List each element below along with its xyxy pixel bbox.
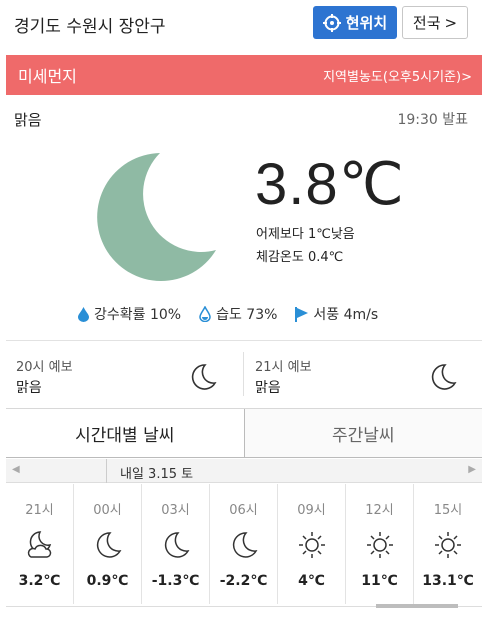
date-bar: ◀ 내일 3.15 토 ▶ — [6, 459, 482, 483]
current-temperature: 3.8℃ — [255, 152, 405, 217]
hour-temp: 11℃ — [361, 573, 398, 589]
divider — [106, 459, 107, 483]
chevron-right-icon: > — [444, 13, 458, 32]
divider — [243, 352, 244, 396]
raindrop-icon — [78, 306, 89, 322]
sun-icon — [298, 532, 325, 558]
forecast-21: 21시 예보 맑음 — [255, 356, 312, 397]
hour-temp: -2.2℃ — [219, 573, 268, 589]
moon-icon — [431, 364, 457, 390]
hour-temp: 4℃ — [298, 573, 325, 589]
hourly-item: 09시 4℃ — [278, 484, 346, 604]
wind-stat: 서풍 4m/s — [295, 304, 378, 324]
feels-like: 체감온도 0.4℃ — [256, 250, 344, 265]
hourly-item: 21시 3.2℃ — [6, 484, 74, 604]
horizontal-scrollbar[interactable] — [376, 604, 458, 608]
nationwide-label: 전국 — [412, 14, 441, 32]
humidity-stat: 습도 73% — [199, 304, 277, 324]
hour-time: 15시 — [433, 503, 463, 518]
hour-temp: -1.3℃ — [151, 573, 200, 589]
moon-icon — [232, 532, 257, 558]
sun-icon — [435, 532, 461, 558]
moon-cloud-icon — [27, 531, 51, 558]
weather-tabs: 시간대별 날씨 주간날씨 — [6, 408, 482, 458]
moon-icon — [96, 532, 121, 558]
hourly-item: 03시 -1.3℃ — [142, 484, 210, 604]
current-location-button[interactable]: 현위치 — [313, 6, 397, 39]
moon-icon — [191, 364, 217, 390]
hour-temp: 3.2℃ — [18, 573, 61, 589]
hourly-item: 15시 13.1℃ — [414, 484, 482, 604]
fine-dust-link-label: 지역별농도(오후5시기준) — [323, 69, 462, 85]
sun-icon — [366, 532, 393, 558]
hourly-forecast[interactable]: 21시 3.2℃ 00시 0.9℃ 03시 -1.3℃ 06시 -2.2℃ 09… — [6, 484, 482, 604]
chevron-right-icon: > — [461, 69, 472, 85]
precipitation-label: 강수확률 10% — [94, 307, 182, 323]
humidity-icon — [199, 306, 211, 322]
hour-time: 06시 — [229, 503, 258, 518]
compare-yesterday: 어제보다 1℃낮음 — [256, 227, 355, 242]
hour-time: 03시 — [161, 503, 190, 518]
current-condition: 맑음 — [14, 111, 42, 129]
hour-temp: 13.1℃ — [422, 573, 474, 589]
moon-icon — [97, 153, 216, 281]
hourly-item: 06시 -2.2℃ — [210, 484, 278, 604]
fine-dust-link[interactable]: 지역별농도(오후5시기준)> — [323, 66, 472, 85]
current-location-label: 현위치 — [345, 14, 388, 32]
location-title: 경기도 수원시 장안구 — [14, 17, 166, 37]
forecast-21-label: 21시 예보 — [255, 360, 312, 375]
crosshair-icon — [322, 13, 341, 32]
divider — [6, 340, 482, 341]
date-label: 내일 3.15 토 — [120, 467, 194, 482]
announce-time: 19:30 발표 — [397, 112, 468, 128]
forecast-20-label: 20시 예보 — [16, 360, 73, 375]
scroll-right-icon[interactable]: ▶ — [468, 464, 476, 475]
fine-dust-bar[interactable]: 미세먼지 지역별농도(오후5시기준)> — [6, 55, 482, 95]
top-bar: 경기도 수원시 장안구 현위치 전국 > — [0, 0, 486, 50]
hourly-item: 00시 0.9℃ — [74, 484, 142, 604]
wind-flag-icon — [295, 306, 309, 322]
forecast-20: 20시 예보 맑음 — [16, 356, 73, 397]
tab-hourly[interactable]: 시간대별 날씨 — [6, 409, 245, 457]
weather-stats: 강수확률 10% 습도 73% 서풍 4m/s — [78, 304, 378, 324]
nationwide-button[interactable]: 전국 > — [402, 6, 468, 39]
precipitation-stat: 강수확률 10% — [78, 304, 181, 324]
fine-dust-title: 미세먼지 — [18, 67, 77, 86]
wind-label: 서풍 4m/s — [313, 307, 379, 323]
moon-icon — [164, 532, 189, 558]
hour-temp: 0.9℃ — [86, 573, 129, 589]
scroll-left-icon[interactable]: ◀ — [12, 464, 20, 475]
hour-time: 09시 — [297, 503, 326, 518]
forecast-20-value: 맑음 — [16, 380, 42, 396]
hourly-item: 12시 11℃ — [346, 484, 414, 604]
tab-weekly[interactable]: 주간날씨 — [244, 409, 482, 457]
hour-time: 12시 — [365, 503, 394, 518]
forecast-21-value: 맑음 — [255, 380, 281, 396]
hour-time: 00시 — [93, 503, 122, 518]
humidity-label: 습도 73% — [216, 307, 278, 323]
hour-time: 21시 — [25, 503, 54, 518]
